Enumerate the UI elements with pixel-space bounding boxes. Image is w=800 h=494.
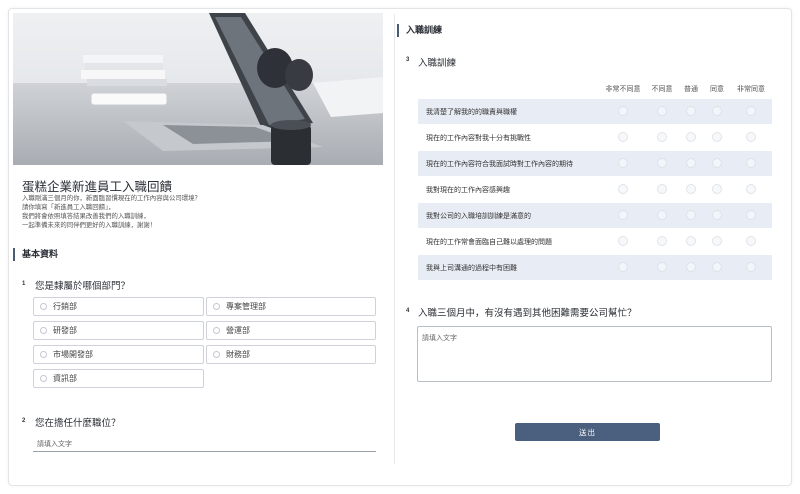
matrix-radio[interactable] — [746, 106, 756, 116]
question-department: 您是隸屬於哪個部門？ — [35, 281, 131, 292]
matrix-row: 現在的工作內容對我十分有挑戰性 — [418, 125, 772, 150]
matrix-radio[interactable] — [712, 106, 722, 116]
matrix-row: 我清楚了解我的的職責與職權 — [418, 99, 772, 124]
question-number: 3 — [406, 57, 410, 63]
option-it[interactable]: 資訊部 — [33, 369, 204, 388]
option-marketing[interactable]: 行銷部 — [33, 297, 204, 316]
option-label: 研發部 — [53, 326, 77, 335]
matrix-radio[interactable] — [618, 132, 628, 142]
matrix-radio[interactable] — [712, 210, 722, 220]
matrix-radio[interactable] — [618, 184, 628, 194]
matrix-radio[interactable] — [686, 262, 696, 272]
section-onboarding-title: 入職訓練 — [397, 24, 442, 37]
matrix-radio[interactable] — [618, 210, 628, 220]
radio-icon — [40, 327, 47, 334]
position-input[interactable]: 請填入文字 — [33, 432, 376, 452]
matrix-radio[interactable] — [746, 132, 756, 142]
radio-icon — [40, 375, 47, 382]
intro-line: 請你填寫「新進員工入職回饋」， — [22, 204, 115, 211]
matrix-radio[interactable] — [618, 106, 628, 116]
matrix-radio[interactable] — [686, 106, 696, 116]
option-market-development[interactable]: 市場開發部 — [33, 345, 204, 364]
matrix-row: 我與上司溝通的過程中有困難 — [418, 255, 772, 280]
radio-icon — [213, 351, 220, 358]
section-basic-info-title: 基本資料 — [13, 248, 58, 261]
matrix-radio[interactable] — [686, 132, 696, 142]
option-label: 專案管理部 — [226, 302, 266, 311]
question-number: 1 — [22, 281, 26, 287]
question-other-difficulties: 入職三個月中，有沒有遇到其他困難需要公司幫忙？ — [418, 308, 637, 319]
question-onboarding: 入職訓練 — [418, 58, 457, 69]
matrix-radio[interactable] — [657, 106, 667, 116]
question-number: 2 — [22, 418, 26, 424]
question-position: 您在擔任什麼職位？ — [35, 418, 121, 429]
option-label: 營運部 — [226, 326, 250, 335]
matrix-row-label: 現在的工作內容對我十分有挑戰性 — [426, 134, 531, 142]
matrix-row-label: 我清楚了解我的的職責與職權 — [426, 108, 517, 116]
form-intro: 入職剛滿三個月的你，新面臨習慣現在的工作內容與公司環境？ 請你填寫「新進員工入職… — [22, 194, 201, 230]
matrix-radio[interactable] — [712, 158, 722, 168]
matrix-row-label: 現在的工作常會面臨自己難以處理的問題 — [426, 238, 552, 246]
radio-icon — [213, 327, 220, 334]
intro-line: 一起準備未來的同伴們更好的入職訓練，謝謝！ — [22, 222, 157, 229]
option-label: 行銷部 — [53, 302, 77, 311]
matrix-radio[interactable] — [712, 184, 722, 194]
matrix-row: 我對公司的入職培訓訓練是滿意的 — [418, 203, 772, 228]
option-operations[interactable]: 營運部 — [206, 321, 376, 340]
form-title: 蛋糕企業新進員工入職回饋 — [22, 180, 173, 194]
column-divider — [394, 14, 395, 464]
matrix-row-label: 我與上司溝通的過程中有困難 — [426, 264, 517, 272]
matrix-radio[interactable] — [686, 210, 696, 220]
matrix-radio[interactable] — [657, 158, 667, 168]
matrix-radio[interactable] — [657, 132, 667, 142]
option-label: 市場開發部 — [53, 350, 93, 359]
matrix-row-label: 現在的工作內容符合我面試時對工作內容的期待 — [426, 160, 573, 168]
matrix-radio[interactable] — [686, 158, 696, 168]
matrix-row-label: 我對現在的工作內容感興趣 — [426, 186, 510, 194]
matrix-radio[interactable] — [712, 132, 722, 142]
submit-button[interactable]: 送出 — [515, 423, 660, 441]
scale-strongly-disagree: 非常不同意 — [605, 86, 641, 93]
matrix-row-label: 我對公司的入職培訓訓練是滿意的 — [426, 212, 531, 220]
matrix-radio[interactable] — [618, 158, 628, 168]
matrix-radio[interactable] — [746, 236, 756, 246]
matrix-radio[interactable] — [686, 236, 696, 246]
matrix-radio[interactable] — [657, 210, 667, 220]
matrix-radio[interactable] — [746, 262, 756, 272]
matrix-radio[interactable] — [746, 184, 756, 194]
matrix-radio[interactable] — [686, 184, 696, 194]
matrix-row: 我對現在的工作內容感興趣 — [418, 177, 772, 202]
matrix-radio[interactable] — [618, 236, 628, 246]
intro-line: 我們將會依照填答結果改善我們的入職訓練， — [22, 213, 150, 220]
matrix-radio[interactable] — [657, 184, 667, 194]
matrix-radio[interactable] — [712, 262, 722, 272]
matrix-row: 現在的工作常會面臨自己難以處理的問題 — [418, 229, 772, 254]
radio-icon — [213, 303, 220, 310]
matrix-radio[interactable] — [712, 236, 722, 246]
radio-icon — [40, 303, 47, 310]
matrix-radio[interactable] — [618, 262, 628, 272]
matrix-radio[interactable] — [746, 158, 756, 168]
scale-neutral: 普通 — [684, 86, 698, 93]
intro-line: 入職剛滿三個月的你，新面臨習慣現在的工作內容與公司環境？ — [22, 195, 201, 202]
scale-agree: 同意 — [710, 86, 724, 93]
radio-icon — [40, 351, 47, 358]
matrix-radio[interactable] — [746, 210, 756, 220]
hero-image — [13, 13, 383, 165]
option-label: 財務部 — [226, 350, 250, 359]
difficulties-textarea[interactable]: 請填入文字 — [417, 326, 772, 382]
option-label: 資訊部 — [53, 374, 77, 383]
matrix-row: 現在的工作內容符合我面試時對工作內容的期待 — [418, 151, 772, 176]
option-finance[interactable]: 財務部 — [206, 345, 376, 364]
option-rnd[interactable]: 研發部 — [33, 321, 204, 340]
matrix-radio[interactable] — [657, 262, 667, 272]
option-project-management[interactable]: 專案管理部 — [206, 297, 376, 316]
matrix-radio[interactable] — [657, 236, 667, 246]
scale-strongly-agree: 非常同意 — [737, 86, 765, 93]
question-number: 4 — [406, 308, 410, 314]
scale-disagree: 不同意 — [651, 86, 673, 93]
